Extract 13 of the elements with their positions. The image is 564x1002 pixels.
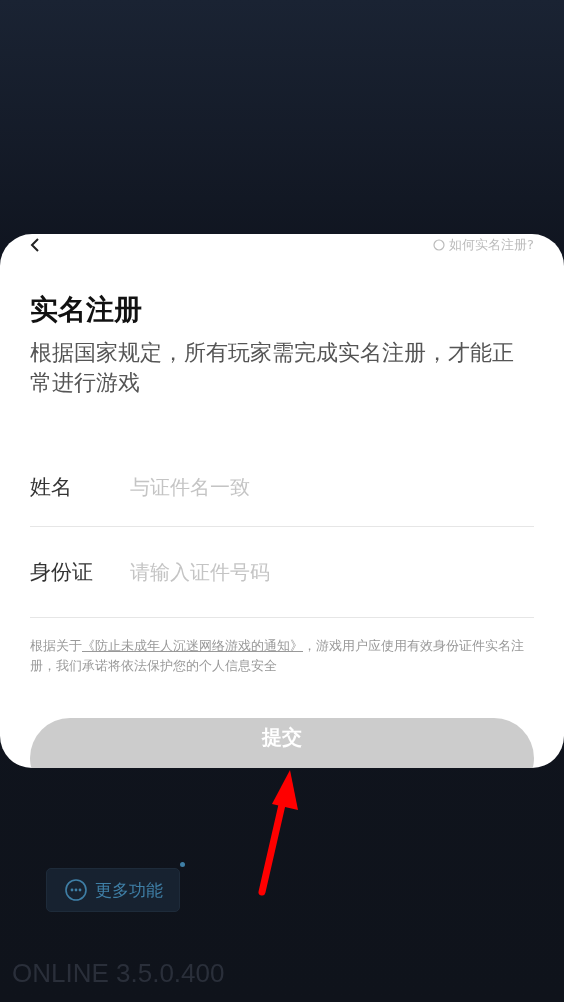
- more-features-button[interactable]: 更多功能: [46, 868, 180, 912]
- field-label: 姓名: [30, 474, 73, 501]
- field-label: 身份证: [30, 559, 94, 586]
- input-field[interactable]: 请输入证件号码: [130, 552, 534, 592]
- help-link[interactable]: 如何实名注册?: [433, 236, 534, 254]
- notice-text: 根据关于《防止未成年人沉迷网络游戏的通知》，游戏用户应使用有效身份证件实名注册，我们承诺将依法保护您的个人信息安全: [30, 637, 525, 675]
- notice-link[interactable]: 《防止未成年人沉迷网络游戏的通知》: [82, 638, 303, 653]
- circle-icon: [433, 239, 446, 251]
- dialog-subtitle: 根据国家规定，所有玩家需完成实名注册，才能正常进行游戏: [30, 339, 515, 397]
- input-field[interactable]: 与证件名一致: [130, 467, 534, 507]
- more-icon: [65, 879, 87, 901]
- dialog-title: 实名注册: [30, 292, 143, 328]
- back-button[interactable]: [30, 237, 42, 253]
